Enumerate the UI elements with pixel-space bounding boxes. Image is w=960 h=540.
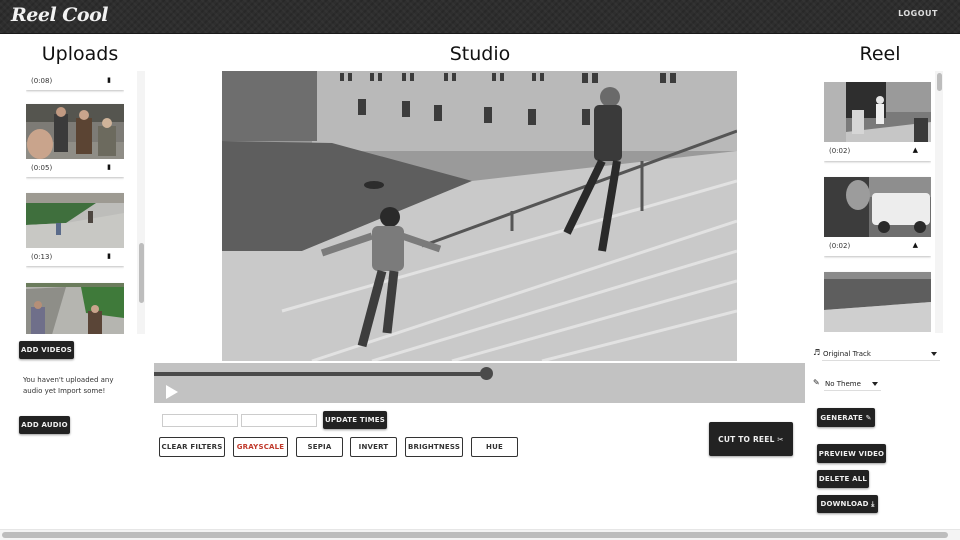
preview-video-button[interactable]: PREVIEW VIDEO	[817, 444, 886, 463]
upload-clip[interactable]: (0:08) ▮	[26, 72, 124, 90]
logout-button[interactable]: LOGOUT	[898, 9, 938, 18]
clip-duration: (0:08)	[31, 77, 53, 85]
trash-icon[interactable]: ▮	[107, 76, 111, 84]
upload-clip[interactable]: (0:05) ▮	[26, 104, 124, 177]
reel-clip[interactable]: (0:02) ▲	[824, 177, 931, 256]
filter-grayscale-button[interactable]: GRAYSCALE	[233, 437, 288, 457]
clip-thumbnail	[824, 82, 931, 142]
trash-icon[interactable]: ▮	[107, 163, 111, 171]
clip-thumbnail	[26, 193, 124, 248]
page-horizontal-scrollbar-thumb[interactable]	[2, 532, 948, 538]
clip-thumbnail	[26, 104, 124, 159]
music-note-icon: ♬	[813, 348, 821, 357]
clip-thumbnail	[824, 272, 931, 332]
theme-value: No Theme	[825, 380, 861, 388]
reel-list: (0:02) ▲ (0:02) ▲	[824, 82, 931, 332]
start-time-input[interactable]	[162, 414, 238, 427]
page-horizontal-scrollbar[interactable]	[0, 529, 960, 540]
video-frame-image	[222, 71, 737, 361]
audio-track-select[interactable]: Original Track	[822, 349, 940, 361]
brush-icon: ✎	[813, 378, 820, 387]
seek-bar-handle[interactable]	[480, 367, 493, 380]
add-videos-button[interactable]: ADD VIDEOS	[19, 341, 74, 359]
filter-clear-button[interactable]: CLEAR FILTERS	[159, 437, 225, 457]
trash-icon[interactable]: ▮	[107, 252, 111, 260]
generate-button[interactable]: GENERATE ✎	[817, 408, 875, 427]
reel-clip[interactable]	[824, 272, 931, 332]
update-times-button[interactable]: UPDATE TIMES	[323, 411, 387, 429]
filter-hue-button[interactable]: HUE	[471, 437, 518, 457]
reel-title: Reel	[859, 43, 901, 65]
top-navbar: Reel Cool LOGOUT	[0, 0, 960, 34]
clip-thumbnail	[824, 177, 931, 237]
filter-brightness-button[interactable]: BRIGHTNESS	[405, 437, 463, 457]
chevron-down-icon	[931, 352, 937, 356]
uploads-scrollbar[interactable]	[137, 71, 145, 334]
filter-invert-button[interactable]: INVERT	[350, 437, 397, 457]
move-up-icon[interactable]: ▲	[913, 241, 918, 249]
seek-bar-progress[interactable]	[154, 372, 486, 376]
end-time-input[interactable]	[241, 414, 317, 427]
reel-clip[interactable]: (0:02) ▲	[824, 82, 931, 161]
studio-title: Studio	[449, 43, 511, 65]
upload-clip[interactable]	[26, 283, 124, 334]
play-icon[interactable]	[166, 385, 178, 399]
cut-to-reel-button[interactable]: CUT TO REEL ✂	[709, 422, 793, 456]
reel-scrollbar-thumb[interactable]	[937, 73, 942, 91]
app-logo[interactable]: Reel Cool	[11, 4, 109, 26]
video-preview[interactable]	[222, 71, 737, 361]
clip-duration: (0:05)	[31, 164, 53, 172]
clip-duration: (0:13)	[31, 253, 53, 261]
clip-duration: (0:02)	[829, 147, 851, 155]
reel-scrollbar[interactable]	[935, 71, 943, 333]
theme-select[interactable]: No Theme	[824, 379, 881, 391]
upload-clip[interactable]: (0:13) ▮	[26, 193, 124, 266]
uploads-scrollbar-thumb[interactable]	[139, 243, 144, 303]
video-controls	[154, 363, 805, 403]
uploads-title: Uploads	[41, 43, 119, 65]
move-up-icon[interactable]: ▲	[913, 146, 918, 154]
clip-duration: (0:02)	[829, 242, 851, 250]
filter-sepia-button[interactable]: SEPIA	[296, 437, 343, 457]
clip-thumbnail	[26, 283, 124, 334]
delete-all-button[interactable]: DELETE ALL	[817, 470, 869, 488]
no-audio-message: You haven't uploaded any audio yet Impor…	[23, 376, 114, 395]
audio-track-value: Original Track	[823, 350, 871, 358]
uploads-list: (0:08) ▮ (0:05) ▮ (0:13) ▮	[26, 72, 124, 334]
chevron-down-icon	[872, 382, 878, 386]
add-audio-button[interactable]: ADD AUDIO	[19, 416, 70, 434]
download-button[interactable]: DOWNLOAD ⤓	[817, 495, 878, 513]
